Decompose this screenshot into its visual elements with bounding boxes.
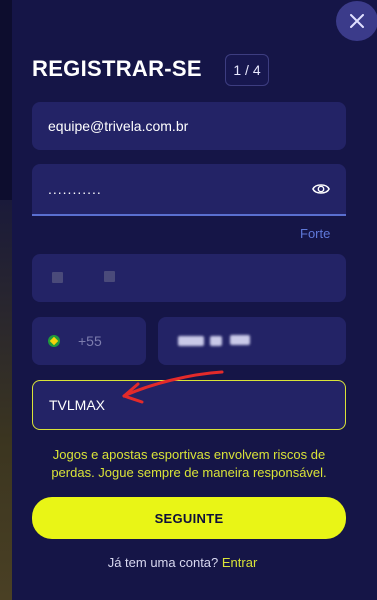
close-button[interactable] xyxy=(336,1,377,41)
redacted-block xyxy=(104,271,115,282)
country-code-select[interactable]: +55 xyxy=(32,317,146,365)
redacted-block xyxy=(230,335,250,345)
close-icon xyxy=(350,14,364,28)
eye-icon[interactable] xyxy=(312,180,330,198)
login-prompt: Já tem uma conta? Entrar xyxy=(0,555,365,570)
redacted-block xyxy=(178,336,204,346)
phone-field[interactable] xyxy=(158,317,346,365)
redacted-block xyxy=(52,272,63,283)
next-button[interactable]: SEGUINTE xyxy=(32,497,346,539)
brazil-flag-icon xyxy=(48,335,60,347)
have-account-text: Já tem uma conta? xyxy=(107,555,219,570)
password-strength: Forte xyxy=(300,226,331,241)
background-edge xyxy=(0,200,12,600)
password-value: ........... xyxy=(48,181,102,197)
email-value: equipe@trivela.com.br xyxy=(48,118,189,134)
redacted-block xyxy=(210,336,222,346)
name-field[interactable] xyxy=(32,254,346,302)
password-field[interactable]: ........... xyxy=(32,164,346,216)
page-title: REGISTRAR-SE xyxy=(32,56,202,81)
annotation-arrow xyxy=(122,370,224,404)
step-indicator: 1 / 4 xyxy=(225,54,269,86)
promo-code-value: TVLMAX xyxy=(49,397,106,413)
email-field[interactable]: equipe@trivela.com.br xyxy=(32,102,346,150)
login-link[interactable]: Entrar xyxy=(222,555,257,570)
country-code-value: +55 xyxy=(78,333,102,349)
responsible-gaming-notice: Jogos e apostas esportivas envolvem risc… xyxy=(51,447,327,480)
